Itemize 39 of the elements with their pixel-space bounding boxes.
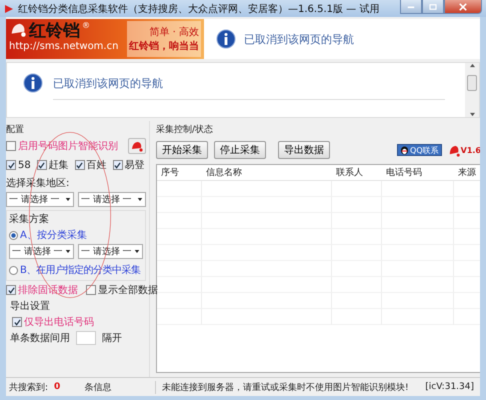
navigation-message: 已取消到该网页的导航 bbox=[244, 32, 354, 46]
phone-only-checkbox[interactable]: 仅导出电话号码 bbox=[12, 315, 146, 329]
show-all-checkbox[interactable]: 显示全部数据 bbox=[86, 283, 158, 297]
source-checkbox[interactable]: 百姓 bbox=[74, 158, 107, 172]
source-checkbox[interactable]: 58 bbox=[6, 160, 31, 170]
column-header[interactable]: 信息名称 bbox=[202, 166, 332, 179]
qq-contact-button[interactable]: QQ联系 bbox=[397, 144, 442, 156]
status-code: [icV:31.34] bbox=[425, 382, 475, 392]
category-dropdown[interactable]: 一 请选择 一 bbox=[9, 244, 74, 259]
source-checkbox[interactable]: 赶集 bbox=[36, 158, 69, 172]
navigation-message: 已取消到该网页的导航 bbox=[53, 76, 163, 90]
separator-suffix: 隔开 bbox=[102, 332, 122, 345]
logo-name: 红铃铛 bbox=[29, 21, 80, 41]
source-checkbox[interactable]: 易登 bbox=[112, 158, 145, 172]
result-count: 0 bbox=[54, 382, 60, 392]
count-label: 共搜索到: bbox=[9, 382, 48, 394]
region-dropdown[interactable]: 一 请选择 一 bbox=[78, 192, 146, 207]
column-header[interactable]: 电话号码 bbox=[382, 166, 454, 179]
group-title: 配置 bbox=[6, 124, 25, 136]
region-label: 选择采集地区: bbox=[6, 176, 70, 190]
column-header[interactable]: 联系人 bbox=[332, 166, 382, 179]
logo-url: http://sms.netwom.cn bbox=[9, 41, 118, 52]
separator-label: 单条数据间用 bbox=[10, 332, 70, 345]
stop-button[interactable]: 停止采集 bbox=[214, 141, 266, 159]
group-title: 导出设置 bbox=[10, 300, 51, 313]
window-title: 红铃铛分类信息采集软件（支持搜房、大众点评网、安居客）—1.6.5.1版 — 试用 bbox=[18, 2, 380, 16]
group-title: 采集控制/状态 bbox=[156, 124, 214, 136]
slogan: 简单 · 高效 bbox=[149, 26, 199, 39]
group-title: 采集方案 bbox=[9, 212, 50, 226]
column-header[interactable]: 来源 bbox=[454, 166, 480, 179]
region-dropdown[interactable]: 一 请选择 一 bbox=[6, 192, 74, 207]
count-unit: 条信息 bbox=[84, 382, 112, 394]
export-button[interactable]: 导出数据 bbox=[278, 141, 330, 159]
registered-mark: ® bbox=[82, 21, 90, 30]
column-header[interactable]: 序号 bbox=[157, 166, 202, 179]
scheme-radio[interactable]: A、按分类采集 bbox=[9, 228, 143, 242]
slogan: 红铃铛，响当当 bbox=[129, 40, 199, 53]
status-message: 未能连接到服务器，请重试或采集时不使用图片智能识别模块! bbox=[161, 382, 410, 394]
start-button[interactable]: 开始采集 bbox=[156, 141, 208, 159]
